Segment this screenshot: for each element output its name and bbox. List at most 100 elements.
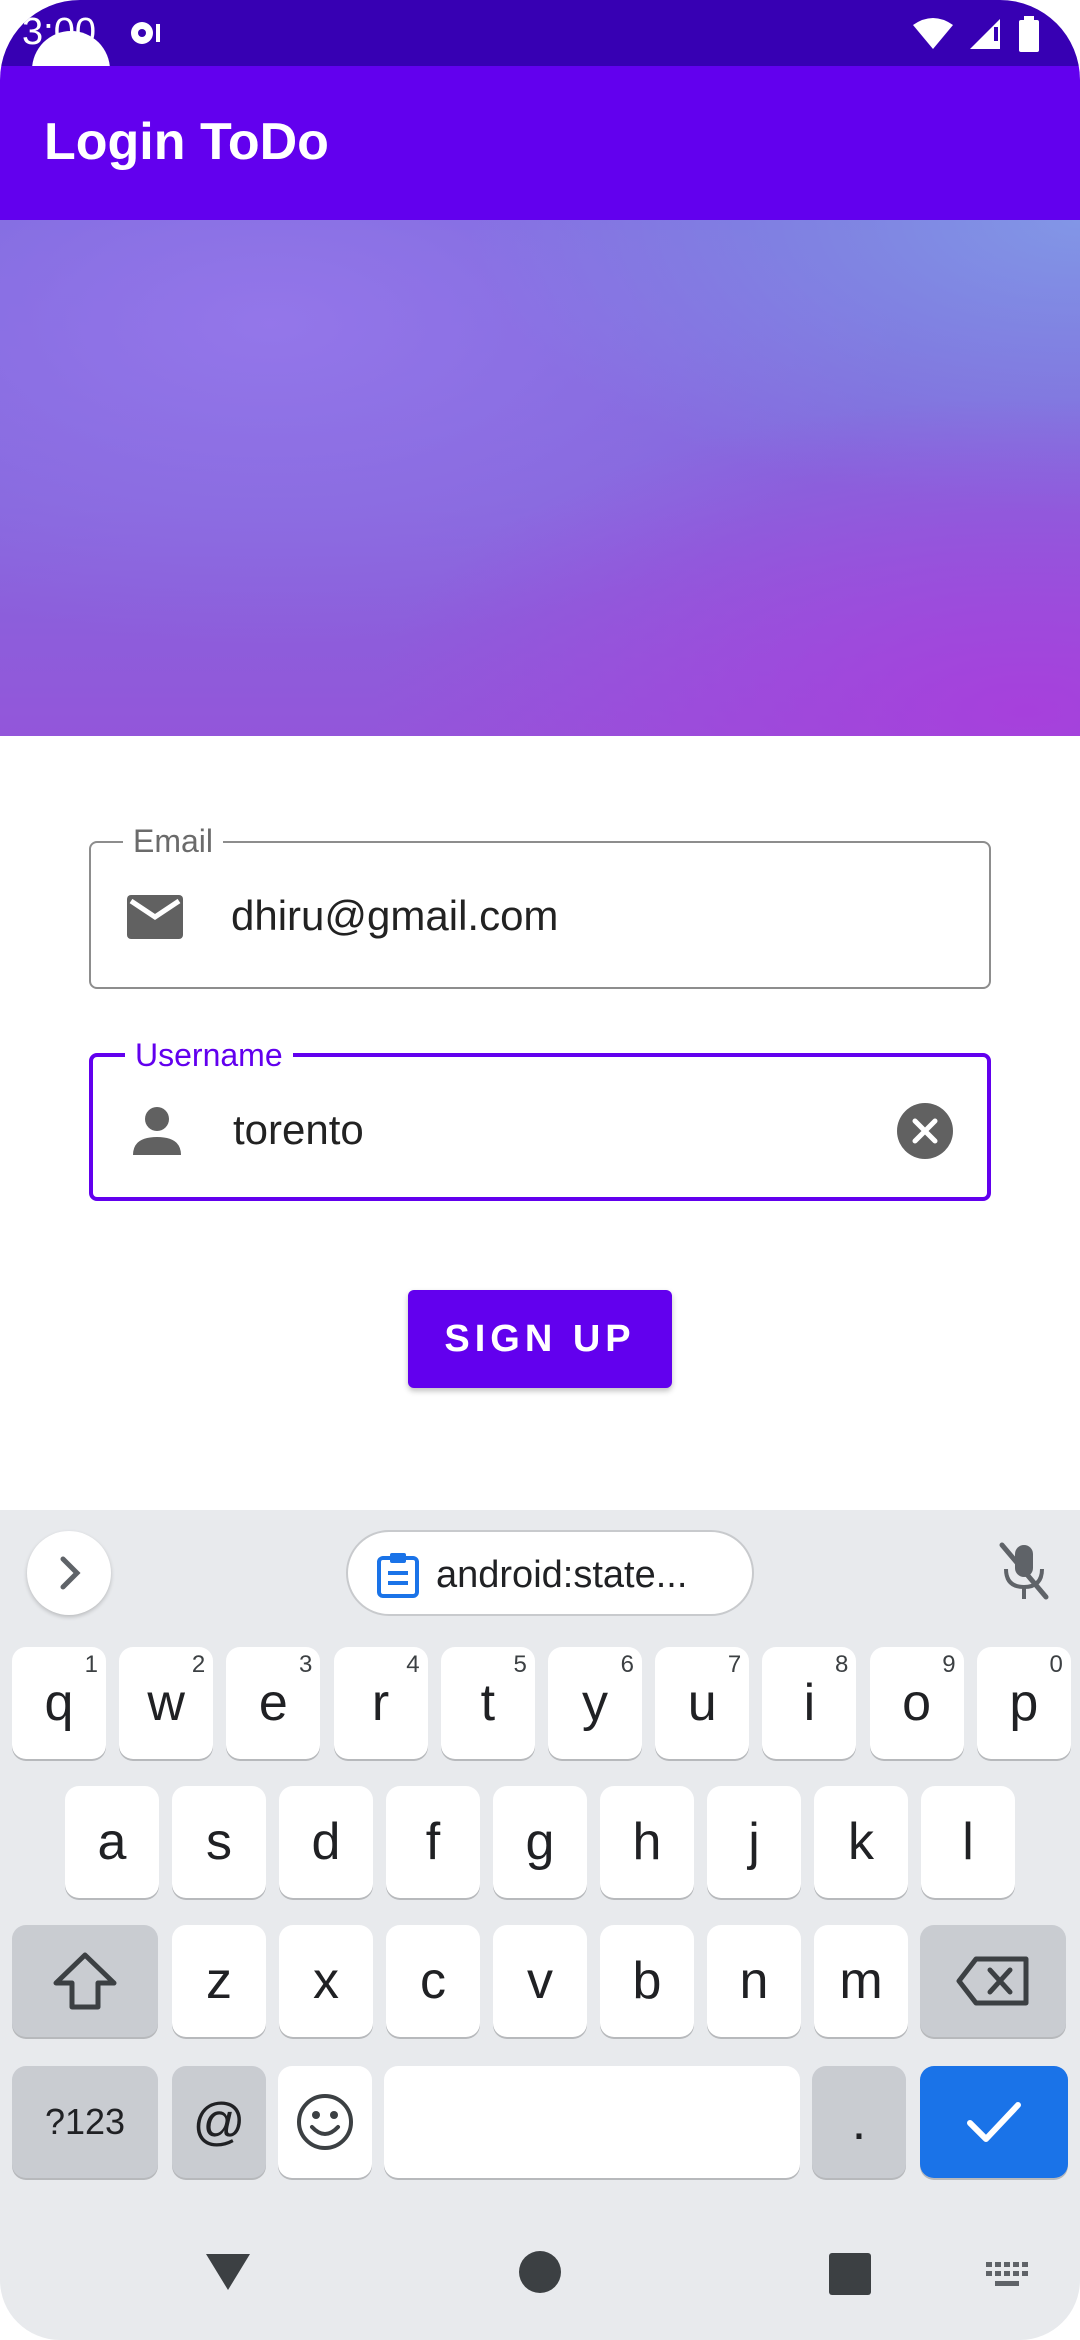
- key-x[interactable]: x: [279, 1925, 373, 2037]
- key-n[interactable]: n: [707, 1925, 801, 2037]
- key-b[interactable]: b: [600, 1925, 694, 2037]
- key-label: a: [97, 1813, 127, 1871]
- key-k[interactable]: k: [814, 1786, 908, 1898]
- hero-gradient-image: [0, 220, 1080, 736]
- key-m[interactable]: m: [814, 1925, 908, 2037]
- key-label: f: [425, 1813, 441, 1871]
- key-hint: 0: [1049, 1651, 1063, 1678]
- key-hint: 1: [84, 1651, 98, 1678]
- app-title: Login ToDo: [44, 113, 329, 171]
- status-bar: 3:00: [0, 0, 1080, 66]
- key-label: o: [902, 1674, 932, 1732]
- at-key[interactable]: @: [172, 2066, 266, 2178]
- key-label: b: [632, 1952, 662, 2010]
- clipboard-suggestion-chip[interactable]: android:state...: [346, 1530, 754, 1616]
- username-field[interactable]: Username torento: [89, 1035, 991, 1201]
- mic-off-icon[interactable]: [996, 1541, 1052, 1601]
- key-j[interactable]: j: [707, 1786, 801, 1898]
- key-d[interactable]: d: [279, 1786, 373, 1898]
- key-hint: 5: [513, 1651, 527, 1678]
- space-key[interactable]: [384, 2066, 800, 2178]
- key-v[interactable]: v: [493, 1925, 587, 2037]
- key-label: l: [962, 1813, 974, 1871]
- emoji-icon: [297, 2094, 353, 2150]
- key-hint: 4: [406, 1651, 420, 1678]
- key-label: u: [687, 1674, 717, 1732]
- key-w[interactable]: w2: [119, 1647, 214, 1759]
- key-h[interactable]: h: [600, 1786, 694, 1898]
- recents-icon[interactable]: [828, 2252, 872, 2296]
- key-s[interactable]: s: [172, 1786, 266, 1898]
- email-label: Email: [123, 821, 224, 861]
- key-label: v: [527, 1952, 553, 2010]
- clipboard-icon: [377, 1553, 419, 1598]
- key-c[interactable]: c: [386, 1925, 480, 2037]
- username-value: torento: [233, 1106, 364, 1153]
- key-label: z: [206, 1952, 232, 2010]
- key-label: k: [848, 1813, 874, 1871]
- key-t[interactable]: t5: [440, 1647, 535, 1759]
- key-hint: 9: [942, 1651, 956, 1678]
- key-label: t: [480, 1674, 496, 1732]
- wifi-icon: [913, 18, 953, 49]
- check-icon: [967, 2102, 1021, 2142]
- key-label: m: [839, 1952, 883, 2010]
- clipboard-suggestion-text: android:state...: [436, 1554, 688, 1596]
- key-p[interactable]: p0: [976, 1647, 1071, 1759]
- home-icon[interactable]: [518, 2250, 562, 2294]
- shift-key[interactable]: [12, 1925, 158, 2037]
- key-z[interactable]: z: [172, 1925, 266, 2037]
- key-f[interactable]: f: [386, 1786, 480, 1898]
- key-label: h: [632, 1813, 662, 1871]
- key-label: g: [525, 1813, 555, 1871]
- key-label: w: [147, 1674, 185, 1732]
- symbols-key[interactable]: ?123: [12, 2066, 158, 2178]
- key-a[interactable]: a: [65, 1786, 159, 1898]
- key-q[interactable]: q1: [12, 1647, 106, 1759]
- emoji-key[interactable]: [278, 2066, 372, 2178]
- key-u[interactable]: u7: [655, 1647, 750, 1759]
- key-r[interactable]: r4: [333, 1647, 428, 1759]
- key-label: c: [420, 1952, 446, 2010]
- backspace-key[interactable]: [920, 1925, 1066, 2037]
- key-l[interactable]: l: [921, 1786, 1015, 1898]
- username-label: Username: [125, 1035, 293, 1075]
- key-label: i: [803, 1674, 816, 1732]
- key-label: x: [313, 1952, 339, 2010]
- signal-icon: [970, 19, 1000, 49]
- key-hint: 2: [191, 1651, 206, 1678]
- person-icon: [133, 1107, 181, 1155]
- key-e[interactable]: e3: [226, 1647, 321, 1759]
- key-hint: 7: [727, 1651, 742, 1678]
- key-hint: 6: [620, 1651, 634, 1678]
- key-i[interactable]: i8: [762, 1647, 857, 1759]
- phone-screen: 3:00 Login ToDo Email dhiru@gmail.com Us…: [0, 0, 1080, 2340]
- key-label: q: [44, 1674, 74, 1732]
- period-key[interactable]: .: [812, 2066, 906, 2178]
- enter-key[interactable]: [920, 2066, 1068, 2178]
- backspace-icon: [956, 1956, 1029, 2006]
- shift-icon: [53, 1952, 117, 2010]
- key-o[interactable]: o9: [869, 1647, 964, 1759]
- clear-icon[interactable]: [897, 1103, 953, 1159]
- key-label: y: [582, 1674, 608, 1732]
- email-field[interactable]: Email dhiru@gmail.com: [89, 821, 991, 989]
- key-hint: 3: [299, 1651, 313, 1678]
- key-label: d: [311, 1813, 341, 1871]
- suggestions-expand-button[interactable]: [27, 1531, 111, 1615]
- battery-icon: [1019, 16, 1039, 52]
- key-g[interactable]: g: [493, 1786, 587, 1898]
- key-label: e: [258, 1674, 288, 1732]
- key-y[interactable]: y6: [548, 1647, 642, 1759]
- media-icon: [131, 22, 160, 44]
- keyboard-icon[interactable]: [986, 2262, 1030, 2288]
- back-icon[interactable]: [204, 2252, 252, 2292]
- key-label: j: [748, 1813, 760, 1871]
- status-icons: [912, 14, 1040, 54]
- sign-up-button[interactable]: SIGN UP: [408, 1290, 672, 1388]
- key-hint: 8: [835, 1651, 849, 1678]
- chevron-right-icon: [60, 1556, 81, 1590]
- key-label: n: [739, 1952, 769, 2010]
- key-label: p: [1009, 1674, 1039, 1732]
- key-label: r: [371, 1674, 390, 1732]
